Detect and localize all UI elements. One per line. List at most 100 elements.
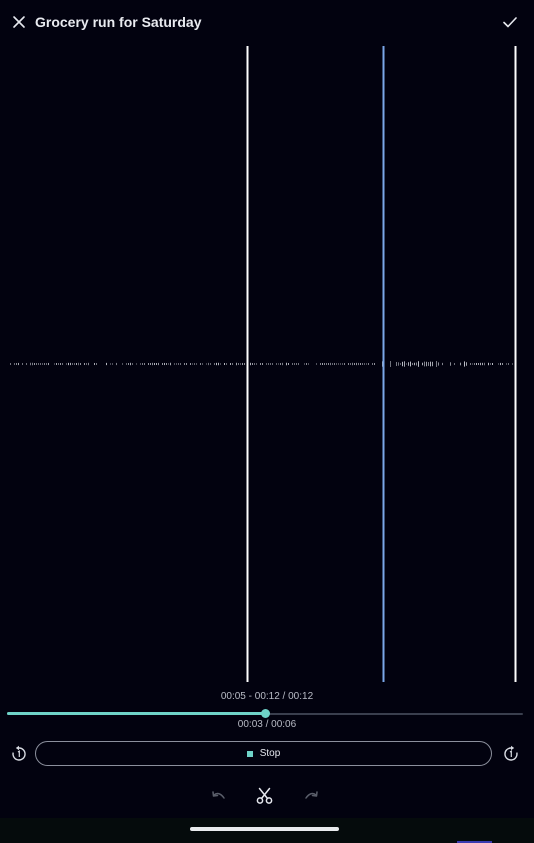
waveform-sample — [32, 362, 33, 366]
waveform-sample — [288, 363, 289, 365]
waveform-sample — [350, 363, 351, 365]
waveform-sample — [86, 363, 87, 365]
waveform-sample — [220, 363, 221, 365]
rewind-button[interactable] — [10, 745, 28, 763]
waveform-sample — [364, 363, 365, 365]
waveform-sample — [230, 363, 231, 365]
waveform-sample — [396, 361, 397, 367]
confirm-button[interactable] — [500, 12, 520, 32]
waveform-sample — [366, 363, 367, 365]
waveform-sample — [186, 363, 187, 365]
waveform-sample — [342, 363, 343, 365]
waveform-sample — [150, 362, 151, 366]
fast-forward-button[interactable] — [502, 745, 520, 763]
close-button[interactable] — [9, 12, 29, 32]
waveform-sample — [338, 363, 339, 365]
waveform-sample — [26, 363, 27, 365]
waveform-sample — [426, 361, 427, 367]
waveform-sample — [216, 362, 217, 366]
waveform-sample — [340, 363, 341, 365]
close-icon — [13, 16, 25, 28]
waveform-sample — [158, 362, 159, 366]
waveform-sample — [480, 362, 481, 366]
waveform-sample — [14, 363, 15, 365]
waveform-sample — [322, 363, 323, 365]
waveform-sample — [298, 362, 299, 366]
waveform-sample — [80, 363, 81, 365]
waveform-sample — [466, 362, 467, 366]
seek-bar[interactable] — [7, 709, 523, 719]
waveform-sample — [34, 363, 35, 365]
waveform-sample — [76, 362, 77, 366]
waveform-sample — [156, 363, 157, 365]
waveform-sample — [218, 362, 219, 366]
waveform-sample — [40, 363, 41, 365]
waveform-sample — [508, 362, 509, 366]
waveform-sample — [360, 363, 361, 365]
waveform-sample — [94, 362, 95, 366]
waveform-sample — [450, 362, 451, 366]
waveform-sample — [374, 363, 375, 365]
undo-button[interactable] — [210, 787, 228, 805]
waveform-sample — [168, 363, 169, 365]
seek-progress — [7, 712, 265, 715]
waveform-sample — [226, 363, 227, 365]
waveform-sample — [242, 362, 243, 366]
waveform-sample — [296, 363, 297, 365]
home-indicator[interactable] — [190, 827, 339, 831]
waveform-sample — [506, 363, 507, 365]
waveform-sample — [404, 361, 405, 367]
waveform-sample — [336, 363, 337, 365]
waveform-sample — [238, 363, 239, 365]
waveform-sample — [132, 363, 133, 365]
waveform-sample — [476, 362, 477, 366]
waveform-sample — [148, 363, 149, 365]
waveform-sample — [214, 363, 215, 365]
rewind-icon — [12, 745, 26, 761]
waveform-sample — [74, 363, 75, 365]
redo-button[interactable] — [302, 787, 320, 805]
waveform-sample — [328, 363, 329, 365]
waveform-sample — [18, 362, 19, 366]
waveform-sample — [412, 362, 413, 366]
waveform-sample — [332, 363, 333, 365]
waveform-sample — [196, 363, 197, 365]
stop-button[interactable]: Stop — [35, 741, 492, 766]
waveform-sample — [406, 363, 407, 365]
waveform-sample — [358, 362, 359, 366]
waveform-sample — [502, 363, 503, 365]
waveform-sample — [180, 363, 181, 365]
waveform-sample — [16, 363, 17, 365]
stop-icon — [246, 750, 253, 757]
waveform-sample — [262, 363, 263, 365]
waveform-sample — [184, 363, 185, 365]
waveform-sample — [240, 363, 241, 365]
waveform-sample — [478, 363, 479, 365]
waveform-editor[interactable] — [0, 46, 534, 684]
waveform-sample — [62, 363, 63, 365]
waveform-sample — [454, 363, 455, 365]
redo-icon — [305, 791, 318, 799]
waveform-sample — [206, 363, 207, 365]
waveform-sample — [208, 362, 209, 366]
waveform-sample — [356, 362, 357, 366]
waveform-sample — [96, 363, 97, 365]
cut-button[interactable] — [255, 786, 274, 805]
waveform-sample — [256, 363, 257, 365]
waveform-sample — [232, 363, 233, 365]
waveform-sample — [170, 362, 171, 366]
scissors-icon — [256, 787, 273, 804]
seek-thumb[interactable] — [261, 709, 270, 718]
waveform-sample — [278, 363, 279, 365]
waveform-sample — [154, 362, 155, 366]
waveform-sample — [324, 363, 325, 365]
waveform-sample — [162, 363, 163, 365]
waveform-sample — [78, 362, 79, 366]
waveform-sample — [250, 362, 251, 366]
waveform-sample — [122, 363, 123, 365]
waveform-sample — [48, 362, 49, 366]
waveform-sample — [400, 363, 401, 365]
waveform-sample — [408, 362, 409, 366]
trim-range-label: 00:05 - 00:12 / 00:12 — [220, 691, 314, 702]
waveform-sample — [252, 363, 253, 365]
